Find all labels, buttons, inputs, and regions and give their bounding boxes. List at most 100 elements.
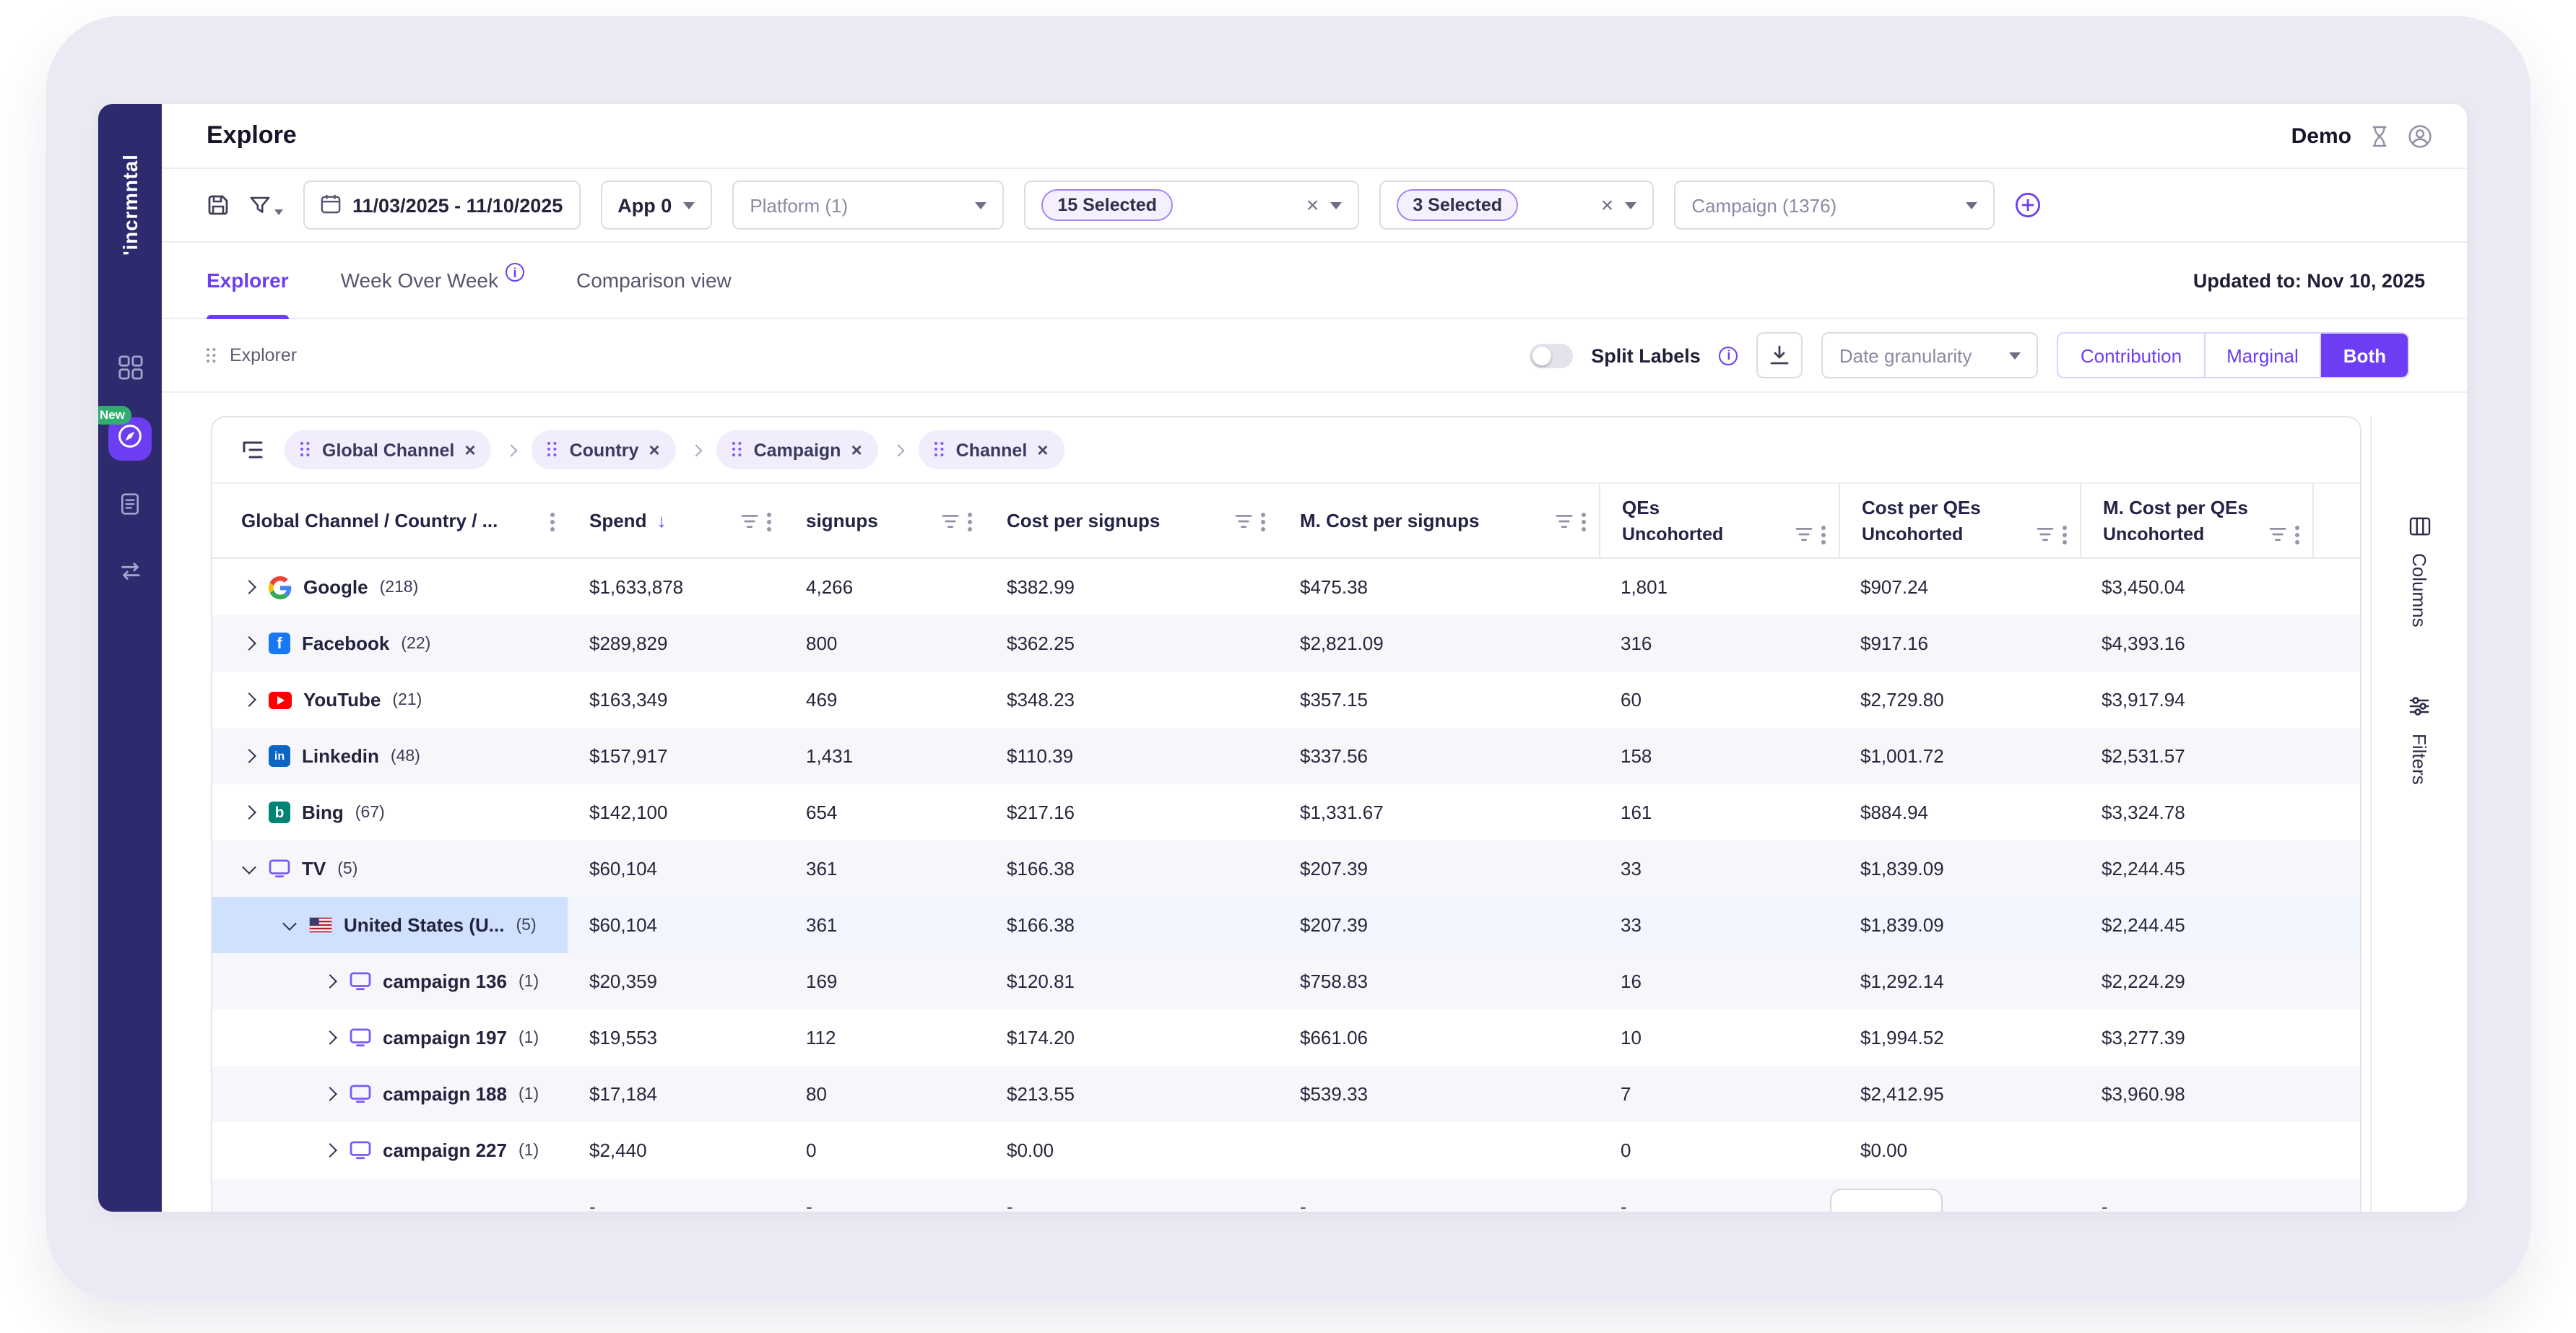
chevron-right-icon[interactable] [242, 805, 256, 820]
kebab-icon[interactable] [550, 511, 555, 531]
column-header-cost-per-signups[interactable]: Cost per signups [985, 484, 1278, 557]
chevron-right-icon[interactable] [242, 580, 256, 594]
add-filter-icon[interactable] [2015, 192, 2041, 218]
tree-cell[interactable]: inLinkedin(48) [212, 728, 568, 784]
segment-marginal[interactable]: Marginal [2203, 334, 2320, 377]
filter-icon[interactable] [2269, 527, 2286, 542]
date-range-picker[interactable]: 11/03/2025 - 11/10/2025 [303, 181, 580, 230]
table-row[interactable]: bBing(67)$142,100654$217.16$1,331.67161$… [212, 784, 2360, 841]
nav-explore[interactable]: New [108, 417, 152, 461]
table-row[interactable]: campaign 227(1)$2,4400$0.000$0.00 [212, 1122, 2360, 1178]
nav-dashboard[interactable] [108, 349, 152, 393]
chevron-right-icon[interactable] [323, 1087, 337, 1101]
tree-cell[interactable]: campaign 136(1) [212, 953, 568, 1009]
cell-value: 0 [1599, 1122, 1839, 1178]
kebab-icon[interactable] [2295, 524, 2299, 544]
tree-cell[interactable]: YouTube(21) [212, 672, 568, 728]
clear-icon[interactable]: × [1306, 194, 1319, 216]
column-header-m-cost-per-qes[interactable]: M. Cost per QEsUncohorted [2080, 484, 2312, 557]
nav-switch[interactable] [108, 553, 152, 596]
column-header-m-cost-per-signups[interactable]: M. Cost per signups [1278, 484, 1599, 557]
filter-icon[interactable] [250, 196, 283, 214]
side-tab-columns[interactable]: Columns [2408, 517, 2430, 628]
nav-reports[interactable] [108, 485, 152, 529]
chevron-right-icon[interactable] [323, 974, 337, 989]
chevron-down-icon[interactable] [282, 916, 297, 930]
tree-cell[interactable]: campaign 197(1) [212, 1009, 568, 1066]
tab-week-over-week[interactable]: Week Over Weeki [341, 243, 524, 318]
kebab-icon[interactable] [1261, 511, 1265, 531]
table-row[interactable]: campaign 197(1)$19,553112$174.20$661.061… [212, 1009, 2360, 1066]
chevron-right-icon[interactable] [242, 749, 256, 763]
close-icon[interactable]: × [851, 439, 862, 461]
segment-both[interactable]: Both [2320, 334, 2408, 377]
user-icon[interactable] [2408, 123, 2432, 148]
view-breadcrumb[interactable]: Explorer [207, 345, 297, 365]
save-icon[interactable] [207, 194, 230, 217]
chevron-right-icon[interactable] [323, 1143, 337, 1158]
table-row[interactable]: United States (U...(5)$60,104361$166.38$… [212, 897, 2360, 953]
close-icon[interactable]: × [464, 439, 475, 461]
group-chip-channel[interactable]: Channel× [919, 430, 1064, 469]
kebab-icon[interactable] [767, 511, 771, 531]
tree-cell[interactable] [212, 1178, 568, 1212]
table-row[interactable]: fFacebook(22)$289,829800$362.25$2,821.09… [212, 615, 2360, 672]
chevron-right-icon[interactable] [242, 692, 256, 707]
filter-icon[interactable] [942, 513, 959, 528]
row-label: United States (U... [344, 914, 505, 936]
filter-icon[interactable] [2037, 527, 2054, 542]
table-row[interactable]: ------- [212, 1178, 2360, 1212]
group-chip-global-channel[interactable]: Global Channel× [285, 430, 492, 469]
chevron-down-icon[interactable] [242, 859, 256, 874]
table-row[interactable]: Google(218)$1,633,8784,266$382.99$475.38… [212, 559, 2360, 615]
filter-icon[interactable] [1556, 513, 1573, 528]
filter-icon[interactable] [741, 513, 758, 528]
column-header-signups[interactable]: signups [784, 484, 985, 557]
tree-cell[interactable]: campaign 227(1) [212, 1122, 568, 1178]
close-icon[interactable]: × [1037, 439, 1048, 461]
tree-cell[interactable]: fFacebook(22) [212, 615, 568, 672]
group-chip-campaign[interactable]: Campaign× [716, 430, 878, 469]
group-chip-country[interactable]: Country× [532, 430, 676, 469]
tree-cell[interactable]: bBing(67) [212, 784, 568, 841]
split-labels-toggle[interactable] [1529, 343, 1572, 368]
tab-comparison-view[interactable]: Comparison view [576, 243, 732, 318]
kebab-icon[interactable] [2063, 524, 2067, 544]
filter-icon[interactable] [1795, 527, 1813, 542]
kebab-icon[interactable] [968, 511, 972, 531]
multiselect-15[interactable]: 15 Selected × [1024, 181, 1359, 230]
hourglass-icon[interactable] [2370, 125, 2389, 147]
tree-cell[interactable]: TV(5) [212, 841, 568, 897]
tree-cell[interactable]: United States (U...(5) [212, 897, 568, 953]
table-row[interactable]: campaign 188(1)$17,18480$213.55$539.337$… [212, 1066, 2360, 1122]
app-selector[interactable]: App 0 [600, 181, 712, 230]
close-icon[interactable]: × [649, 439, 659, 461]
pagination-partial[interactable] [1830, 1189, 1943, 1212]
column-header-tree[interactable]: Global Channel / Country / ... [212, 484, 568, 557]
table-row[interactable]: TV(5)$60,104361$166.38$207.3933$1,839.09… [212, 841, 2360, 897]
column-header-spend[interactable]: Spend↓ [568, 484, 784, 557]
tree-cell[interactable]: campaign 188(1) [212, 1066, 568, 1122]
campaign-selector[interactable]: Campaign (1376) [1674, 181, 1995, 230]
chevron-right-icon[interactable] [323, 1030, 337, 1045]
side-tab-filters[interactable]: Filters [2408, 697, 2430, 786]
tab-explorer[interactable]: Explorer [207, 243, 289, 318]
hierarchy-icon[interactable] [241, 439, 264, 461]
chevron-right-icon[interactable] [242, 636, 256, 651]
segment-contribution[interactable]: Contribution [2059, 334, 2203, 377]
table-row[interactable]: campaign 136(1)$20,359169$120.81$758.831… [212, 953, 2360, 1009]
kebab-icon[interactable] [1582, 511, 1586, 531]
date-granularity-selector[interactable]: Date granularity [1822, 332, 2039, 378]
table-row[interactable]: inLinkedin(48)$157,9171,431$110.39$337.5… [212, 728, 2360, 784]
table-row[interactable]: YouTube(21)$163,349469$348.23$357.1560$2… [212, 672, 2360, 728]
column-header-cost-per-qes[interactable]: Cost per QEsUncohorted [1839, 484, 2080, 557]
platform-selector[interactable]: Platform (1) [732, 181, 1004, 230]
filter-icon[interactable] [1235, 513, 1252, 528]
sort-desc-icon[interactable]: ↓ [656, 510, 666, 531]
multiselect-3[interactable]: 3 Selected × [1379, 181, 1654, 230]
kebab-icon[interactable] [1821, 524, 1826, 544]
clear-icon[interactable]: × [1601, 194, 1614, 216]
column-header-qes[interactable]: QEsUncohorted [1599, 484, 1839, 557]
tree-cell[interactable]: Google(218) [212, 559, 568, 615]
download-button[interactable] [1757, 332, 1803, 378]
